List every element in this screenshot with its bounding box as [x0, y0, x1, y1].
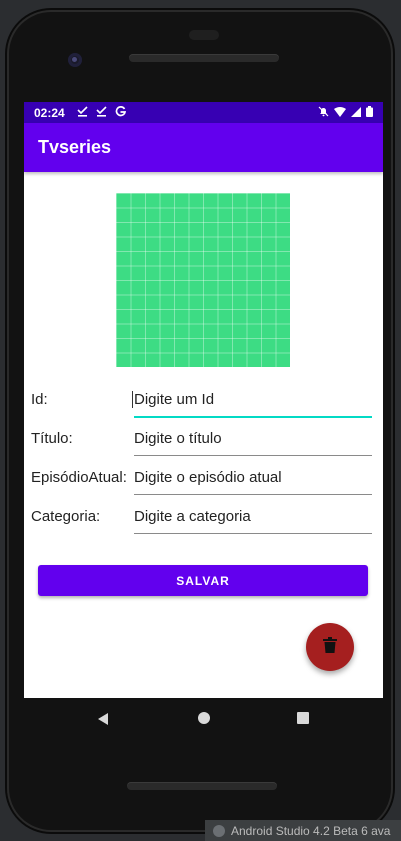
signal-icon — [351, 106, 361, 120]
status-time: 02:24 — [34, 105, 65, 120]
episode-label: EpisódioAtual: — [31, 469, 127, 486]
google-icon — [115, 105, 126, 120]
proximity-sensor — [189, 30, 219, 40]
title-placeholder: Digite o título — [134, 430, 222, 447]
download-done-icon — [96, 105, 107, 120]
taskbar-text: Android Studio 4.2 Beta 6 ava — [231, 823, 391, 838]
bottom-speaker — [127, 782, 277, 790]
category-row: Categoria: Digite a categoria — [31, 503, 372, 534]
id-placeholder: Digite um Id — [132, 391, 215, 408]
title-input[interactable]: Digite o título — [134, 425, 372, 456]
wifi-icon — [334, 106, 346, 120]
episode-placeholder: Digite o episódio atual — [134, 469, 282, 486]
delete-fab-button[interactable] — [306, 623, 354, 671]
device-screen: 02:24 Tvseries Id: Digite um Id Título: … — [24, 102, 383, 698]
category-placeholder: Digite a categoria — [134, 508, 251, 525]
battery-icon — [366, 105, 373, 120]
notifications-off-icon — [318, 106, 329, 120]
episode-input[interactable]: Digite o episódio atual — [134, 464, 372, 495]
delete-icon — [323, 637, 337, 657]
download-done-icon — [77, 105, 88, 120]
ide-taskbar: Android Studio 4.2 Beta 6 ava — [205, 820, 401, 841]
id-input[interactable]: Digite um Id — [132, 386, 372, 418]
category-label: Categoria: — [31, 508, 101, 525]
episode-row: EpisódioAtual: Digite o episódio atual — [31, 464, 372, 495]
home-icon[interactable] — [198, 712, 210, 724]
id-row: Id: Digite um Id — [31, 386, 372, 418]
app-bar: Tvseries — [24, 123, 383, 172]
front-camera-icon — [68, 53, 82, 67]
back-icon[interactable] — [96, 711, 110, 730]
category-input[interactable]: Digite a categoria — [134, 503, 372, 534]
system-nav-bar — [24, 698, 383, 738]
status-right-icons — [318, 105, 373, 120]
save-button[interactable]: SALVAR — [38, 565, 368, 596]
recent-apps-icon[interactable] — [297, 712, 309, 724]
earpiece-speaker — [129, 54, 279, 62]
title-label: Título: — [31, 430, 73, 447]
app-title: Tvseries — [38, 137, 112, 157]
id-label: Id: — [31, 391, 48, 408]
android-studio-icon — [213, 824, 225, 837]
title-row: Título: Digite o título — [31, 425, 372, 456]
status-bar: 02:24 — [24, 102, 383, 123]
series-image — [116, 193, 290, 367]
